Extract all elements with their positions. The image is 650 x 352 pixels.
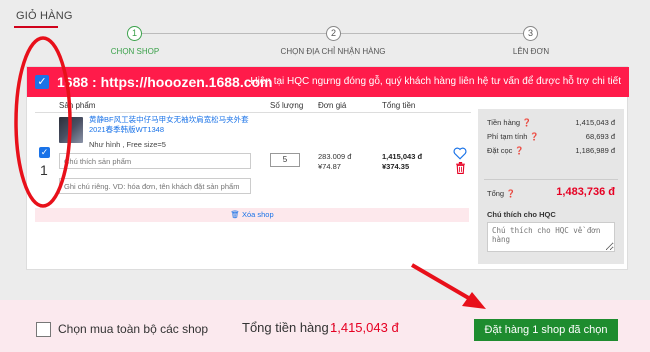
stepper-line: [142, 33, 326, 34]
step-3-circle: 3: [523, 26, 538, 41]
summary-row-deposit: Đặt cọc ❓ 1,186,989 đ: [487, 146, 615, 155]
summary-row-goods: Tiền hàng ❓ 1,415,043 đ: [487, 118, 615, 127]
heart-icon[interactable]: [453, 147, 467, 160]
shop-name[interactable]: 1688 : https://hooozen.1688.com: [57, 74, 273, 90]
page-title: GIỎ HÀNG: [16, 10, 73, 22]
summary-total-value: 1,483,736 đ: [556, 186, 615, 198]
item-checkbox[interactable]: ✓: [39, 147, 50, 158]
product-variant: Như hình , Free size=5: [89, 140, 166, 149]
unit-price: 283.009 đ: [318, 152, 352, 161]
product-note-input[interactable]: [59, 153, 251, 169]
product-title-link[interactable]: 黄静BF风工装中仔马甲女无袖坎肩宽松马夹外套2021春季韩版WT1348: [89, 115, 259, 135]
summary-label: Tiền hàng ❓: [487, 118, 532, 127]
shop-notice: Hiện tại HQC ngưng đóng gỗ, quý khách hà…: [250, 76, 621, 87]
summary-value: 1,186,989 đ: [575, 146, 615, 155]
step-1-circle: 1: [127, 26, 142, 41]
summary-divider: [484, 179, 618, 180]
step-1-label: CHỌN SHOP: [110, 47, 160, 56]
line-total: 1,415,043 đ: [382, 152, 423, 161]
shop-header-bar: ✓ 1688 : https://hooozen.1688.com Hiện t…: [27, 67, 629, 97]
hqc-note-label: Chú thích cho HQC: [487, 210, 556, 219]
step-3-label: LÊN ĐƠN: [512, 47, 550, 56]
col-header-quantity: Số lượng: [270, 101, 304, 110]
product-thumbnail[interactable]: [59, 117, 83, 143]
quantity-input[interactable]: 5: [270, 153, 300, 167]
annotation-arrow-line: [410, 263, 474, 302]
col-header-unit-price: Đơn giá: [318, 101, 347, 110]
summary-value: 1,415,043 đ: [575, 118, 615, 127]
header-divider: [35, 112, 471, 113]
step-2-label: CHỌN ĐỊA CHỈ NHẬN HÀNG: [280, 47, 386, 56]
title-underline: [14, 26, 58, 28]
select-all-checkbox[interactable]: [36, 322, 51, 337]
unit-price-cny: ¥74.87: [318, 162, 341, 171]
line-total-cny: ¥374.35: [382, 162, 410, 171]
order-summary-panel: Tiền hàng ❓ 1,415,043 đ Phí tạm tính ❓ 6…: [478, 109, 624, 264]
col-header-product: Sản phẩm: [59, 101, 96, 110]
step-2-circle: 2: [326, 26, 341, 41]
shop-card: ✓ 1688 : https://hooozen.1688.com Hiện t…: [26, 66, 629, 270]
summary-label: Phí tạm tính ❓: [487, 132, 539, 141]
trash-icon[interactable]: [455, 162, 466, 174]
place-order-button[interactable]: Đặt hàng 1 shop đã chọn: [474, 319, 618, 341]
hqc-note-input[interactable]: [487, 222, 615, 252]
grand-total-label: Tổng tiền hàng :: [242, 320, 336, 335]
summary-total-label: Tổng ❓: [487, 189, 516, 198]
summary-label: Đặt cọc ❓: [487, 146, 524, 155]
summary-value: 68,693 đ: [585, 132, 615, 141]
stepper-line: [341, 33, 523, 34]
item-index: 1: [40, 162, 48, 178]
private-note-input[interactable]: [59, 178, 251, 194]
grand-total-value: 1,415,043 đ: [330, 320, 399, 335]
checkout-footer: Chọn mua toàn bộ các shop Tổng tiền hàng…: [0, 300, 650, 352]
col-header-total: Tổng tiền: [382, 101, 416, 110]
delete-shop-button[interactable]: 🗑 Xóa shop: [35, 208, 469, 222]
select-all-label[interactable]: Chọn mua toàn bộ các shop: [58, 322, 208, 336]
summary-row-fee: Phí tạm tính ❓ 68,693 đ: [487, 132, 615, 141]
shop-checkbox[interactable]: ✓: [35, 75, 49, 89]
